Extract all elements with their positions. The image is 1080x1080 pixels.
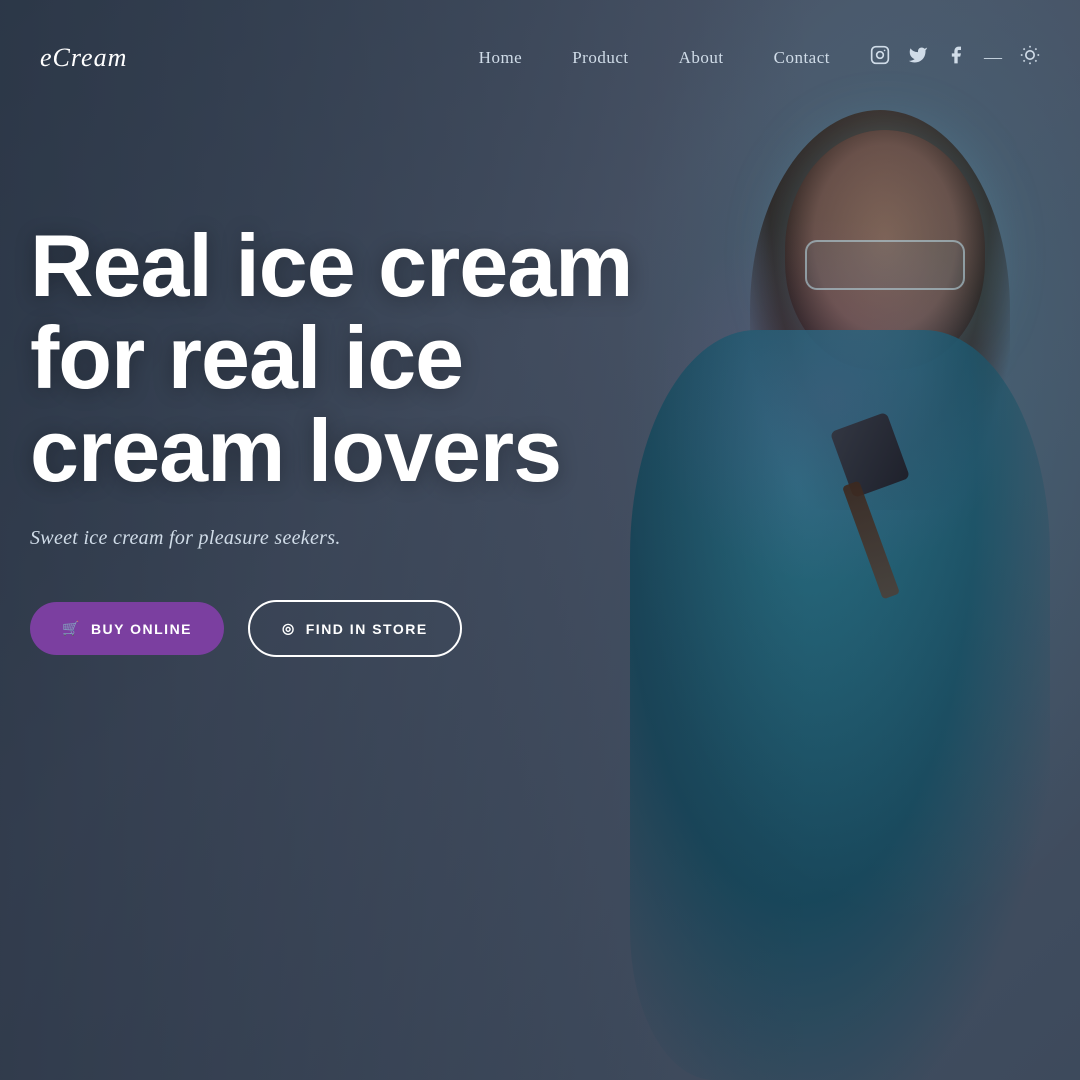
nav-divider: —: [984, 47, 1002, 68]
logo[interactable]: eCream: [40, 43, 127, 73]
hero-content: Real ice cream for real ice cream lovers…: [30, 220, 710, 657]
nav-icons: —: [870, 45, 1040, 70]
nav-item-product[interactable]: Product: [572, 48, 628, 68]
hero-title-line2: cream lovers: [30, 401, 561, 500]
buy-online-button[interactable]: 🛒 BUY ONLINE: [30, 602, 224, 655]
buy-online-label: BUY ONLINE: [91, 621, 192, 637]
location-icon: ◎: [282, 620, 296, 637]
cart-icon: 🛒: [62, 620, 81, 637]
facebook-icon[interactable]: [946, 45, 966, 70]
hero-buttons: 🛒 BUY ONLINE ◎ FIND IN STORE: [30, 600, 710, 657]
twitter-icon[interactable]: [908, 45, 928, 70]
instagram-icon[interactable]: [870, 45, 890, 70]
nav-item-home[interactable]: Home: [479, 48, 523, 68]
glasses: [805, 240, 965, 290]
theme-toggle-icon[interactable]: [1020, 45, 1040, 70]
page-wrapper: eCream Home Product About Contact: [0, 0, 1080, 1080]
hero-title: Real ice cream for real ice cream lovers: [30, 220, 710, 497]
hero-title-line1: Real ice cream for real ice: [30, 216, 632, 407]
nav-item-contact[interactable]: Contact: [774, 48, 830, 68]
nav-item-about[interactable]: About: [679, 48, 724, 68]
find-in-store-label: FIND IN STORE: [306, 621, 428, 637]
find-in-store-button[interactable]: ◎ FIND IN STORE: [248, 600, 462, 657]
nav-links: Home Product About Contact: [479, 48, 830, 68]
navbar: eCream Home Product About Contact: [0, 0, 1080, 115]
hero-subtitle: Sweet ice cream for pleasure seekers.: [30, 527, 710, 550]
